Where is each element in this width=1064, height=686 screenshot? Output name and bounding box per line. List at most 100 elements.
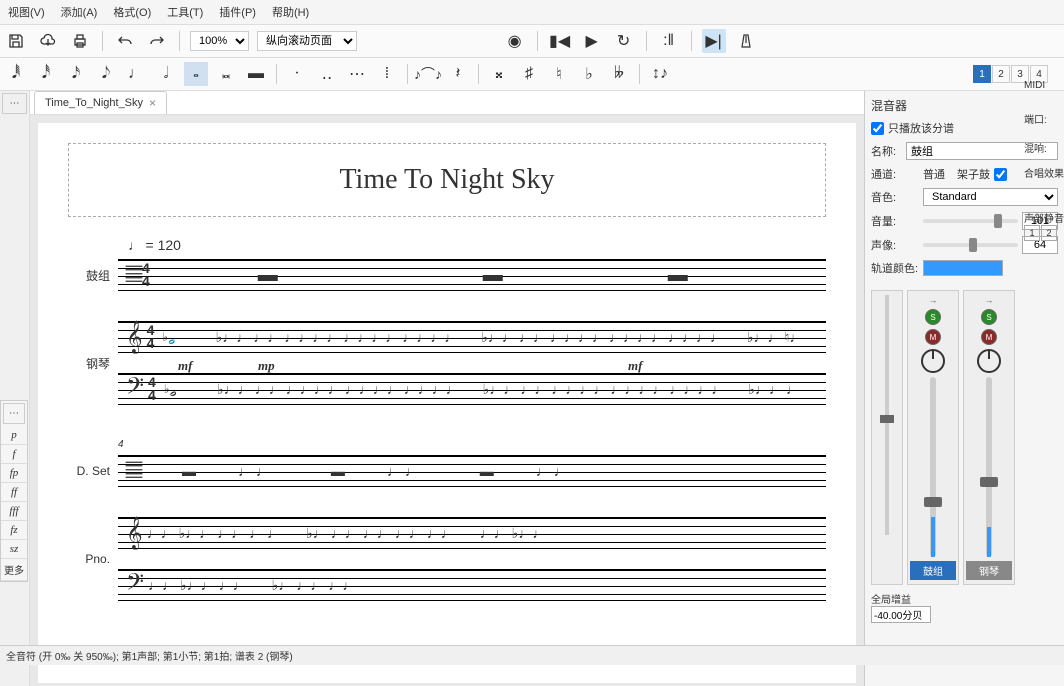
fader-1[interactable] (930, 377, 936, 557)
scroll-mode-select[interactable]: 纵向滚动页面 (257, 31, 357, 51)
measure-number: 4 (118, 439, 124, 450)
dynamic-mf-2[interactable]: mf (628, 358, 642, 374)
note-16th[interactable]: 𝅘𝅥𝅯 (64, 62, 88, 86)
solo-button-2[interactable]: S (981, 309, 997, 325)
note-toolbar: 𝅘𝅥𝅱 𝅘𝅥𝅰 𝅘𝅥𝅯 𝅘𝅥𝅮 ♩ 𝅗𝅥 𝅝 𝅜 ▬ · ‥ ⋯ ⁞ ♪⌒♪ 𝄽… (0, 58, 1064, 91)
title-frame[interactable]: Time To Night Sky (68, 143, 826, 217)
document-tab[interactable]: Time_To_Night_Sky × (34, 91, 167, 114)
drumkit-checkbox[interactable] (994, 168, 1007, 181)
redo-button[interactable] (145, 29, 169, 53)
note-32nd[interactable]: 𝅘𝅥𝅰 (34, 62, 58, 86)
note-longa[interactable]: ▬ (244, 62, 268, 86)
dyn-more[interactable]: 更多 (1, 559, 27, 581)
sharp-button[interactable]: ♯ (517, 62, 541, 86)
menu-add[interactable]: 添加(A) (57, 2, 102, 22)
instrument-label-piano: 钢琴 (68, 355, 118, 372)
eye-icon[interactable]: ◉ (503, 29, 527, 53)
score-viewport[interactable]: Time To Night Sky ♩ = 120 鼓组 𝄚 44 (30, 115, 864, 686)
piano-treble-2[interactable]: 𝄞 ♩♩♭♩♩♩♩♩ ♩ ♭♩♩♩♩♩♩♩♩♩ ♩♩♭♩♩ (118, 517, 826, 549)
metronome-button[interactable] (734, 29, 758, 53)
menu-view[interactable]: 视图(V) (4, 2, 49, 22)
print-button[interactable] (68, 29, 92, 53)
color-label: 轨道颜色: (871, 260, 919, 276)
strip-name-2: 钢琴 (966, 561, 1012, 580)
dot-button[interactable]: · (285, 62, 309, 86)
instrument-label-dset: D. Set (68, 464, 118, 478)
mixer-panel: 混音器 只播放该分谱 名称: 通道: 普通 架子鼓 音色: Standard 音… (864, 91, 1064, 686)
save-button[interactable] (4, 29, 28, 53)
menu-format[interactable]: 格式(O) (109, 2, 155, 22)
dynamic-mp[interactable]: mp (258, 358, 275, 374)
dyn-fff[interactable]: fff (1, 502, 27, 521)
double-flat-button[interactable]: 𝄫 (607, 62, 631, 86)
dyn-f[interactable]: f (1, 445, 27, 464)
volume-slider[interactable] (923, 219, 1018, 223)
triple-dot-button[interactable]: ⋯ (345, 62, 369, 86)
flat-button[interactable]: ♭ (577, 62, 601, 86)
repeat-button[interactable]: :‖ (657, 29, 681, 53)
piano-bass-1[interactable]: 𝄢 44 ♭ 𝅗 ♭♩♩♩♩♩♩♩♩♩♩♩♩♩♩♩♩ ♭♩♩♩♩♩♩♩♩♩♩♩♩… (118, 373, 826, 405)
dyn-p[interactable]: p (1, 426, 27, 445)
cloud-button[interactable] (36, 29, 60, 53)
dyn-fz[interactable]: fz (1, 521, 27, 540)
menu-plugins[interactable]: 插件(P) (215, 2, 260, 22)
master-fader[interactable] (885, 295, 889, 535)
tie-button[interactable]: ♪⌒♪ (416, 62, 440, 86)
tempo-marking[interactable]: ♩ = 120 (128, 237, 826, 255)
strip-arrow-2[interactable]: → (985, 295, 994, 305)
menu-help[interactable]: 帮助(H) (268, 2, 313, 22)
dyn-fp[interactable]: fp (1, 464, 27, 483)
double-dot-button[interactable]: ‥ (315, 62, 339, 86)
score-title[interactable]: Time To Night Sky (89, 164, 805, 196)
natural-button[interactable]: ♮ (547, 62, 571, 86)
dyn-sz[interactable]: sz (1, 540, 27, 559)
pan-knob-2[interactable] (977, 349, 1001, 373)
staff-drums-1: 鼓组 𝄚 44 ▬▬▬ (68, 259, 826, 291)
voice-2[interactable]: 2 (992, 65, 1010, 83)
voice-1[interactable]: 1 (973, 65, 991, 83)
undo-button[interactable] (113, 29, 137, 53)
solo-checkbox[interactable] (871, 122, 884, 135)
piano-treble-1[interactable]: 𝄞 44 ♭ 𝅗 ♭♩♩♩♩♩♩♩♩♩♩♩♩♩♩♩♩ ♭♩♩♩♩♩♩♩♩♩♩♩♩… (118, 321, 826, 353)
fader-2[interactable] (986, 377, 992, 557)
gain-input[interactable] (871, 606, 931, 623)
dynamic-mf-1[interactable]: mf (178, 358, 192, 374)
play-button[interactable]: ▶ (580, 29, 604, 53)
tab-close-button[interactable]: × (149, 96, 156, 110)
loop-button[interactable]: ↻ (612, 29, 636, 53)
strip-arrow-1[interactable]: → (929, 295, 938, 305)
rewind-button[interactable]: ▮◀ (548, 29, 572, 53)
note-half[interactable]: 𝅗𝅥 (154, 62, 178, 86)
palette-toggle[interactable]: ⋯ (2, 93, 27, 114)
pan-button[interactable]: ▶| (702, 29, 726, 53)
mute-voice-1[interactable]: 1 (1024, 225, 1040, 241)
note-breve[interactable]: 𝅜 (214, 62, 238, 86)
pan-slider[interactable] (923, 243, 1018, 247)
note-whole[interactable]: 𝅝 (184, 62, 208, 86)
note-8th[interactable]: 𝅘𝅥𝅮 (94, 62, 118, 86)
drum-staff[interactable]: 𝄚 44 ▬▬▬ (118, 259, 826, 291)
mute-button-1[interactable]: M (925, 329, 941, 345)
double-sharp-button[interactable]: 𝄪 (487, 62, 511, 86)
mute-button-2[interactable]: M (981, 329, 997, 345)
rest-button[interactable]: 𝄽 (446, 62, 470, 86)
solo-button-1[interactable]: S (925, 309, 941, 325)
tab-label: Time_To_Night_Sky (45, 97, 143, 109)
flip-button[interactable]: ↕♪ (648, 62, 672, 86)
solo-label: 只播放该分谱 (888, 120, 954, 136)
quad-dot-button[interactable]: ⁞ (375, 62, 399, 86)
dyn-ff[interactable]: ff (1, 483, 27, 502)
pan-knob-1[interactable] (921, 349, 945, 373)
track-color[interactable] (923, 260, 1003, 276)
track-strip-piano: → S M 钢琴 (963, 290, 1015, 585)
piano-bass-2[interactable]: 𝄢 ♩♩♭♩♩♩♩ ♭♩♩♩♩♩ (118, 569, 826, 601)
zoom-select[interactable]: 100% (190, 31, 249, 51)
drum-staff-2[interactable]: 𝄚 ▬♩ ♩ ▬♩ ♩ ▬♩ ♩ (118, 455, 826, 487)
dynamics-more[interactable]: ⋯ (3, 403, 25, 424)
main-toolbar: 100% 纵向滚动页面 ◉ ▮◀ ▶ ↻ :‖ ▶| (0, 25, 1064, 58)
mute-voice-2[interactable]: 2 (1041, 225, 1057, 241)
note-64th[interactable]: 𝅘𝅥𝅱 (4, 62, 28, 86)
sound-label: 音色: (871, 189, 919, 205)
menu-tools[interactable]: 工具(T) (163, 2, 207, 22)
note-quarter[interactable]: ♩ (124, 62, 148, 86)
